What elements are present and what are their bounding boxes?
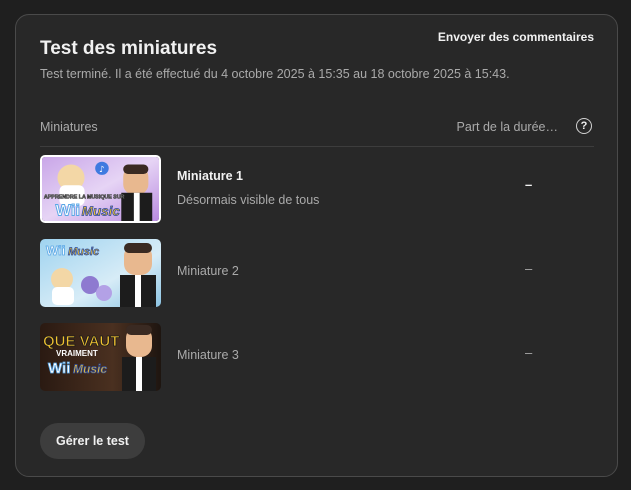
table-header: Miniatures Part de la durée… ? xyxy=(40,118,594,147)
column-header-thumbnails: Miniatures xyxy=(40,120,98,134)
thumbnail-3-logo-wii: Wii xyxy=(48,360,70,377)
share-value-3: – xyxy=(525,345,533,360)
thumbnail-2-logo-music: Music xyxy=(68,246,99,258)
thumbnail-1-logo-wii: Wii xyxy=(56,202,81,220)
share-value-1: – xyxy=(525,177,533,192)
thumbnail-name-3: Miniature 3 xyxy=(177,348,239,362)
thumbnail-1-caption: APPRENDRE LA MUSIQUE SUR xyxy=(44,194,125,200)
thumbnail-3-logo-music: Music xyxy=(73,362,107,376)
thumbnail-3-caption-top: QUE VAUT xyxy=(43,333,119,350)
send-feedback-link[interactable]: Envoyer des commentaires xyxy=(438,30,594,44)
thumbnail-name-1: Miniature 1 xyxy=(177,169,243,183)
thumbnail-1-logo-music: Music xyxy=(82,204,121,219)
manage-test-button[interactable]: Gérer le test xyxy=(40,423,145,459)
page-title: Test des miniatures xyxy=(40,38,218,59)
column-header-share: Part de la durée… xyxy=(456,120,558,134)
thumbnail-3-art: QUE VAUT VRAIMENT Wii Music xyxy=(40,323,161,391)
thumbnail-image-3: QUE VAUT VRAIMENT Wii Music xyxy=(40,323,161,391)
thumbnail-2-logo-wii: Wii xyxy=(46,243,65,258)
thumbnail-status-1: Désormais visible de tous xyxy=(177,193,320,207)
thumbnail-3-caption-mid: VRAIMENT xyxy=(56,349,98,358)
thumbnail-2-art: Wii Music xyxy=(40,239,161,307)
thumbnail-row: Wii Music Miniature 2 – xyxy=(40,239,594,307)
thumbnail-row: QUE VAUT VRAIMENT Wii Music Miniature 3 … xyxy=(40,323,594,391)
thumbnail-1-art: ♪ APPRENDRE LA MUSIQUE SUR Wii Music xyxy=(42,157,159,221)
thumbnail-test-card: Test des miniatures Envoyer des commenta… xyxy=(15,14,618,477)
thumbnail-image-2: Wii Music xyxy=(40,239,161,307)
help-icon[interactable]: ? xyxy=(576,118,592,134)
share-value-2: – xyxy=(525,261,533,276)
test-status-text: Test terminé. Il a été effectué du 4 oct… xyxy=(40,67,510,81)
thumbnail-image-1: ♪ APPRENDRE LA MUSIQUE SUR Wii Music xyxy=(40,155,161,223)
thumbnail-row: ♪ APPRENDRE LA MUSIQUE SUR Wii Music Min… xyxy=(40,155,594,223)
thumbnail-name-2: Miniature 2 xyxy=(177,264,239,278)
svg-text:♪: ♪ xyxy=(99,165,105,175)
